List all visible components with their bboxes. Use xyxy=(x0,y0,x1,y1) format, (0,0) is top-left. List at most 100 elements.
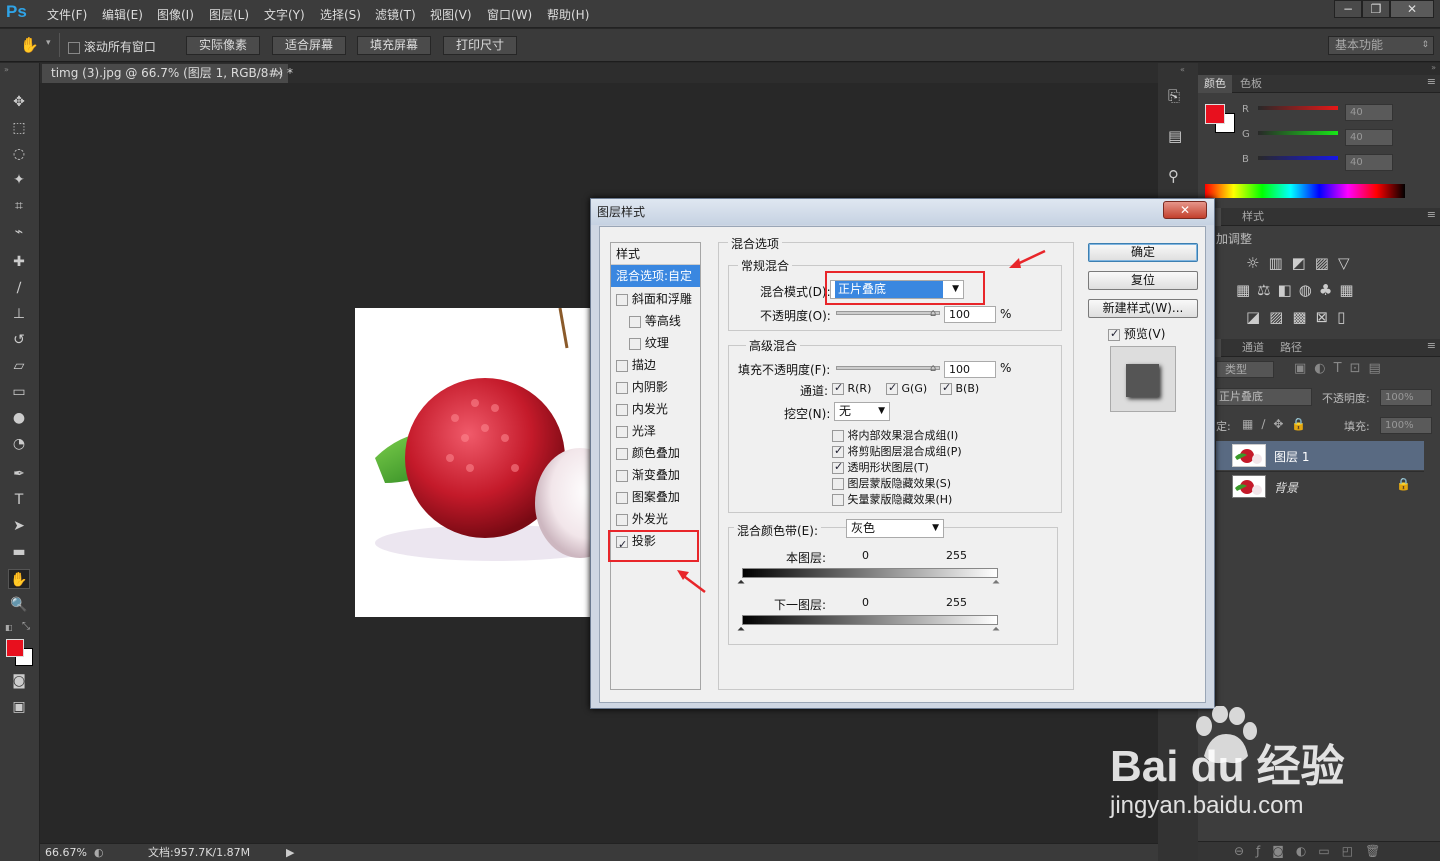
menu-select[interactable]: 选择(S) xyxy=(320,6,361,23)
layer-fill-input[interactable]: 100% xyxy=(1380,417,1432,434)
lock-icons[interactable]: ▦∕✥🔒 xyxy=(1242,417,1314,431)
menu-edit[interactable]: 编辑(E) xyxy=(102,6,143,23)
opacity-slider-thumb[interactable]: ⌂ xyxy=(930,308,936,319)
tool-preset-arrow-icon[interactable]: ▾ xyxy=(46,38,51,48)
adv-option-layer-mask-hides[interactable]: 图层蒙版隐藏效果(S) xyxy=(832,475,951,491)
menu-layer[interactable]: 图层(L) xyxy=(209,6,249,23)
layer-row-layer1[interactable]: 图层 1 xyxy=(1216,441,1424,470)
healing-brush-tool-icon[interactable]: ✚ xyxy=(8,252,30,272)
layer-filter-select[interactable]: 类型 xyxy=(1216,361,1274,378)
style-item-inner-shadow[interactable]: 内阴影 xyxy=(611,376,700,398)
this-layer-white-slider[interactable]: ⏶ xyxy=(992,577,1000,588)
menu-view[interactable]: 视图(V) xyxy=(430,6,472,23)
quick-mask-icon[interactable]: ◙ xyxy=(8,671,30,691)
style-item-texture[interactable]: 纹理 xyxy=(611,332,700,354)
menu-image[interactable]: 图像(I) xyxy=(157,6,194,23)
restore-button[interactable]: ❐ xyxy=(1362,0,1390,18)
eyedropper-tool-icon[interactable]: ⌁ xyxy=(8,222,30,242)
layer-row-background[interactable]: 背景 🔒 xyxy=(1216,471,1424,500)
blend-if-select[interactable]: 灰色 ▼ xyxy=(846,519,944,538)
checkbox[interactable] xyxy=(832,478,844,490)
lasso-tool-icon[interactable]: ◌ xyxy=(8,144,30,164)
foreground-color-swatch[interactable] xyxy=(6,639,24,657)
pen-tool-icon[interactable]: ✒ xyxy=(8,464,30,484)
gradient-tool-icon[interactable]: ▭ xyxy=(8,382,30,402)
checkbox[interactable] xyxy=(832,444,844,458)
history-panel-icon[interactable]: ⎘ xyxy=(1168,87,1180,105)
checkbox[interactable] xyxy=(616,447,628,460)
adv-option-vector-mask-hides[interactable]: 矢量蒙版隐藏效果(H) xyxy=(832,491,952,507)
fill-opacity-slider-thumb[interactable]: ⌂ xyxy=(930,363,936,374)
channel-g-option[interactable]: G(G) xyxy=(886,381,927,395)
fit-screen-button[interactable]: 适合屏幕 xyxy=(272,36,346,55)
checkbox[interactable] xyxy=(832,381,844,395)
channel-b-input[interactable]: 40 xyxy=(1345,154,1393,171)
collapse-icon[interactable]: « xyxy=(1180,65,1185,74)
properties-panel-icon[interactable]: ▤ xyxy=(1168,127,1182,145)
adv-option-blend-clipped[interactable]: 将剪贴图层混合成组(P) xyxy=(832,443,962,459)
reset-button[interactable]: 复位 xyxy=(1088,271,1198,290)
style-item-inner-glow[interactable]: 内发光 xyxy=(611,398,700,420)
fill-opacity-slider[interactable] xyxy=(836,366,940,370)
checkbox[interactable] xyxy=(616,293,628,306)
screen-mode-icon[interactable]: ▣ xyxy=(8,697,30,717)
actual-pixels-button[interactable]: 实际像素 xyxy=(186,36,260,55)
ok-button[interactable]: 确定 xyxy=(1088,243,1198,262)
menu-file[interactable]: 文件(F) xyxy=(47,6,87,23)
move-tool-icon[interactable]: ✥ xyxy=(8,92,30,112)
new-style-button[interactable]: 新建样式(W)... xyxy=(1088,299,1198,318)
channel-g-input[interactable]: 40 xyxy=(1345,129,1393,146)
scroll-all-windows[interactable]: 滚动所有窗口 xyxy=(68,38,156,55)
fill-opacity-input[interactable]: 100 xyxy=(944,361,996,378)
adjustment-icons-row2[interactable]: ▦⚖◧◍♣▦ xyxy=(1236,281,1361,299)
brush-panel-icon[interactable]: ⚲ xyxy=(1168,167,1179,185)
underlying-black-slider[interactable]: ⏶ xyxy=(737,624,745,635)
style-item-outer-glow[interactable]: 外发光 xyxy=(611,508,700,530)
checkbox[interactable] xyxy=(616,359,628,372)
preview-checkbox[interactable] xyxy=(1108,327,1120,341)
menu-type[interactable]: 文字(Y) xyxy=(264,6,305,23)
opacity-slider[interactable] xyxy=(836,311,940,315)
checkbox[interactable] xyxy=(616,469,628,482)
style-item-satin[interactable]: 光泽 xyxy=(611,420,700,442)
channel-r-input[interactable]: 40 xyxy=(1345,104,1393,121)
tab-close-icon[interactable]: × xyxy=(274,64,284,83)
menu-window[interactable]: 窗口(W) xyxy=(487,6,532,23)
checkbox[interactable] xyxy=(616,425,628,438)
checkbox[interactable] xyxy=(616,381,628,394)
layer-blend-mode-select[interactable]: 正片叠底 xyxy=(1216,388,1312,406)
brush-tool-icon[interactable]: ∕ xyxy=(8,278,30,298)
channel-b-slider[interactable] xyxy=(1258,156,1338,160)
opacity-input[interactable]: 100 xyxy=(944,306,996,323)
channel-r-option[interactable]: R(R) xyxy=(832,381,871,395)
channel-r-slider[interactable] xyxy=(1258,106,1338,110)
checkbox[interactable] xyxy=(940,381,952,395)
checkbox[interactable] xyxy=(832,460,844,474)
shape-tool-icon[interactable]: ▬ xyxy=(8,542,30,562)
style-item-contour[interactable]: 等高线 xyxy=(611,310,700,332)
fill-screen-button[interactable]: 填充屏幕 xyxy=(357,36,431,55)
panel-menu-icon[interactable]: ≡ xyxy=(1427,208,1436,221)
type-tool-icon[interactable]: T xyxy=(8,490,30,510)
collapse-icon[interactable]: » xyxy=(4,65,9,74)
crop-tool-icon[interactable]: ⌗ xyxy=(8,196,30,216)
hand-tool-active-icon[interactable]: ✋ xyxy=(8,569,30,589)
dodge-tool-icon[interactable]: ◔ xyxy=(8,434,30,454)
checkbox[interactable] xyxy=(616,403,628,416)
marquee-tool-icon[interactable]: ⬚ xyxy=(8,118,30,138)
tab-paths[interactable]: 路径 xyxy=(1274,339,1308,357)
zoom-level[interactable]: 66.67% xyxy=(45,845,87,861)
adv-option-blend-interior[interactable]: 将内部效果混合成组(I) xyxy=(832,427,958,443)
tab-color[interactable]: 颜色 xyxy=(1198,75,1232,93)
status-info-icon[interactable]: ◐ xyxy=(94,845,104,861)
color-foreground-swatch[interactable] xyxy=(1205,104,1225,124)
adjustment-icons-row3[interactable]: ◪▨▩⊠▯ xyxy=(1246,308,1354,326)
layer-filter-icons[interactable]: ▣◐T⊡▤ xyxy=(1294,361,1389,376)
history-brush-tool-icon[interactable]: ↺ xyxy=(8,330,30,350)
underlying-white-slider[interactable]: ⏶ xyxy=(992,624,1000,635)
style-item-blending-options[interactable]: 混合选项:自定 xyxy=(611,265,700,287)
hand-tool-icon[interactable]: ✋ xyxy=(20,36,40,54)
style-item-stroke[interactable]: 描边 xyxy=(611,354,700,376)
scroll-all-checkbox[interactable] xyxy=(68,41,80,54)
panel-menu-icon[interactable]: ≡ xyxy=(1427,75,1436,88)
